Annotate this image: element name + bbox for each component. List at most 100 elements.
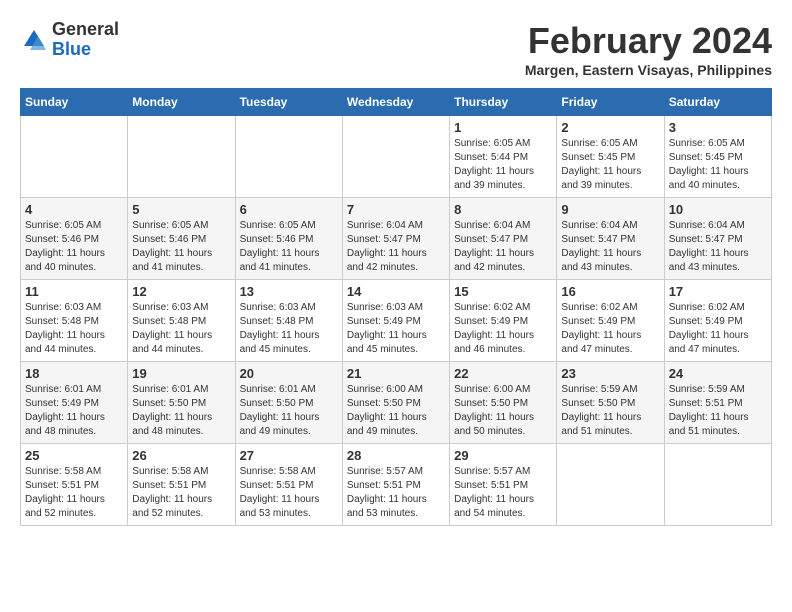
- calendar-cell: 12 Sunrise: 6:03 AM Sunset: 5:48 PM Dayli…: [128, 280, 235, 362]
- day-info: Sunrise: 6:02 AM Sunset: 5:49 PM Dayligh…: [561, 301, 659, 357]
- day-number: 13: [240, 284, 338, 299]
- day-number: 10: [669, 202, 767, 217]
- logo-icon: [20, 26, 48, 54]
- day-info: Sunrise: 5:57 AM Sunset: 5:51 PM Dayligh…: [454, 465, 552, 521]
- day-number: 22: [454, 366, 552, 381]
- day-number: 12: [132, 284, 230, 299]
- day-info: Sunrise: 5:58 AM Sunset: 5:51 PM Dayligh…: [240, 465, 338, 521]
- calendar-cell: 25 Sunrise: 5:58 AM Sunset: 5:51 PM Dayli…: [21, 444, 128, 526]
- day-number: 18: [25, 366, 123, 381]
- calendar-cell: [664, 444, 771, 526]
- header-day-friday: Friday: [557, 89, 664, 116]
- calendar-cell: 7Sunrise: 6:04 AM Sunset: 5:47 PM Daylig…: [342, 198, 449, 280]
- calendar-cell: [21, 116, 128, 198]
- calendar-cell: 1Sunrise: 6:05 AM Sunset: 5:44 PM Daylig…: [450, 116, 557, 198]
- header-row: SundayMondayTuesdayWednesdayThursdayFrid…: [21, 89, 772, 116]
- calendar-cell: 17 Sunrise: 6:02 AM Sunset: 5:49 PM Dayli…: [664, 280, 771, 362]
- day-number: 7: [347, 202, 445, 217]
- calendar-cell: 22 Sunrise: 6:00 AM Sunset: 5:50 PM Dayli…: [450, 362, 557, 444]
- day-info: Sunrise: 6:00 AM Sunset: 5:50 PM Dayligh…: [347, 383, 445, 439]
- day-info: Sunrise: 6:03 AM Sunset: 5:49 PM Dayligh…: [347, 301, 445, 357]
- day-number: 21: [347, 366, 445, 381]
- day-number: 3: [669, 120, 767, 135]
- day-number: 5: [132, 202, 230, 217]
- day-info: Sunrise: 6:00 AM Sunset: 5:50 PM Dayligh…: [454, 383, 552, 439]
- logo: General Blue: [20, 20, 119, 60]
- day-number: 26: [132, 448, 230, 463]
- calendar-cell: 6 Sunrise: 6:05 AM Sunset: 5:46 PM Daylig…: [235, 198, 342, 280]
- day-number: 27: [240, 448, 338, 463]
- day-number: 24: [669, 366, 767, 381]
- day-number: 1: [454, 120, 552, 135]
- day-info: Sunrise: 6:01 AM Sunset: 5:50 PM Dayligh…: [132, 383, 230, 439]
- day-number: 16: [561, 284, 659, 299]
- day-number: 28: [347, 448, 445, 463]
- calendar-cell: [342, 116, 449, 198]
- header-day-sunday: Sunday: [21, 89, 128, 116]
- day-number: 20: [240, 366, 338, 381]
- calendar-cell: 21 Sunrise: 6:00 AM Sunset: 5:50 PM Dayli…: [342, 362, 449, 444]
- day-info: Sunrise: 5:59 AM Sunset: 5:51 PM Dayligh…: [669, 383, 767, 439]
- day-info: Sunrise: 6:05 AM Sunset: 5:45 PM Dayligh…: [669, 137, 767, 193]
- calendar-cell: 14Sunrise: 6:03 AM Sunset: 5:49 PM Dayli…: [342, 280, 449, 362]
- calendar-cell: [128, 116, 235, 198]
- day-number: 15: [454, 284, 552, 299]
- calendar-cell: 4 Sunrise: 6:05 AM Sunset: 5:46 PM Daylig…: [21, 198, 128, 280]
- header-day-tuesday: Tuesday: [235, 89, 342, 116]
- page-header: General Blue February 2024 Margen, Easte…: [20, 20, 772, 78]
- day-info: Sunrise: 5:58 AM Sunset: 5:51 PM Dayligh…: [25, 465, 123, 521]
- calendar-cell: 19Sunrise: 6:01 AM Sunset: 5:50 PM Dayli…: [128, 362, 235, 444]
- calendar-cell: 20 Sunrise: 6:01 AM Sunset: 5:50 PM Dayli…: [235, 362, 342, 444]
- calendar-cell: 2 Sunrise: 6:05 AM Sunset: 5:45 PM Daylig…: [557, 116, 664, 198]
- calendar-cell: 3 Sunrise: 6:05 AM Sunset: 5:45 PM Daylig…: [664, 116, 771, 198]
- calendar-cell: 5 Sunrise: 6:05 AM Sunset: 5:46 PM Daylig…: [128, 198, 235, 280]
- day-info: Sunrise: 6:03 AM Sunset: 5:48 PM Dayligh…: [240, 301, 338, 357]
- day-info: Sunrise: 5:58 AM Sunset: 5:51 PM Dayligh…: [132, 465, 230, 521]
- day-number: 2: [561, 120, 659, 135]
- day-info: Sunrise: 6:03 AM Sunset: 5:48 PM Dayligh…: [25, 301, 123, 357]
- day-number: 11: [25, 284, 123, 299]
- day-info: Sunrise: 5:57 AM Sunset: 5:51 PM Dayligh…: [347, 465, 445, 521]
- day-number: 25: [25, 448, 123, 463]
- day-info: Sunrise: 6:05 AM Sunset: 5:46 PM Dayligh…: [25, 219, 123, 275]
- day-number: 17: [669, 284, 767, 299]
- day-info: Sunrise: 6:01 AM Sunset: 5:49 PM Dayligh…: [25, 383, 123, 439]
- day-info: Sunrise: 6:04 AM Sunset: 5:47 PM Dayligh…: [454, 219, 552, 275]
- calendar-header: SundayMondayTuesdayWednesdayThursdayFrid…: [21, 89, 772, 116]
- calendar-cell: [557, 444, 664, 526]
- day-info: Sunrise: 6:04 AM Sunset: 5:47 PM Dayligh…: [669, 219, 767, 275]
- calendar-cell: 27 Sunrise: 5:58 AM Sunset: 5:51 PM Dayli…: [235, 444, 342, 526]
- day-info: Sunrise: 6:05 AM Sunset: 5:46 PM Dayligh…: [132, 219, 230, 275]
- day-number: 6: [240, 202, 338, 217]
- day-info: Sunrise: 6:05 AM Sunset: 5:46 PM Dayligh…: [240, 219, 338, 275]
- day-info: Sunrise: 6:05 AM Sunset: 5:45 PM Dayligh…: [561, 137, 659, 193]
- calendar-cell: 11 Sunrise: 6:03 AM Sunset: 5:48 PM Dayli…: [21, 280, 128, 362]
- calendar-cell: 16 Sunrise: 6:02 AM Sunset: 5:49 PM Dayli…: [557, 280, 664, 362]
- calendar-cell: 15 Sunrise: 6:02 AM Sunset: 5:49 PM Dayli…: [450, 280, 557, 362]
- calendar-cell: 8 Sunrise: 6:04 AM Sunset: 5:47 PM Daylig…: [450, 198, 557, 280]
- calendar-cell: 13 Sunrise: 6:03 AM Sunset: 5:48 PM Dayli…: [235, 280, 342, 362]
- day-info: Sunrise: 6:03 AM Sunset: 5:48 PM Dayligh…: [132, 301, 230, 357]
- calendar-cell: 23Sunrise: 5:59 AM Sunset: 5:50 PM Dayli…: [557, 362, 664, 444]
- day-info: Sunrise: 6:02 AM Sunset: 5:49 PM Dayligh…: [454, 301, 552, 357]
- week-row-2: 4 Sunrise: 6:05 AM Sunset: 5:46 PM Daylig…: [21, 198, 772, 280]
- day-number: 29: [454, 448, 552, 463]
- header-day-wednesday: Wednesday: [342, 89, 449, 116]
- week-row-1: 1Sunrise: 6:05 AM Sunset: 5:44 PM Daylig…: [21, 116, 772, 198]
- week-row-5: 25 Sunrise: 5:58 AM Sunset: 5:51 PM Dayli…: [21, 444, 772, 526]
- week-row-4: 18 Sunrise: 6:01 AM Sunset: 5:49 PM Dayli…: [21, 362, 772, 444]
- day-number: 4: [25, 202, 123, 217]
- calendar-cell: 29 Sunrise: 5:57 AM Sunset: 5:51 PM Dayli…: [450, 444, 557, 526]
- day-number: 8: [454, 202, 552, 217]
- header-day-thursday: Thursday: [450, 89, 557, 116]
- logo-text: General Blue: [52, 20, 119, 60]
- header-day-saturday: Saturday: [664, 89, 771, 116]
- day-info: Sunrise: 6:01 AM Sunset: 5:50 PM Dayligh…: [240, 383, 338, 439]
- day-info: Sunrise: 5:59 AM Sunset: 5:50 PM Dayligh…: [561, 383, 659, 439]
- day-info: Sunrise: 6:04 AM Sunset: 5:47 PM Dayligh…: [561, 219, 659, 275]
- day-info: Sunrise: 6:02 AM Sunset: 5:49 PM Dayligh…: [669, 301, 767, 357]
- header-day-monday: Monday: [128, 89, 235, 116]
- calendar-cell: 10 Sunrise: 6:04 AM Sunset: 5:47 PM Dayli…: [664, 198, 771, 280]
- calendar-cell: 26 Sunrise: 5:58 AM Sunset: 5:51 PM Dayli…: [128, 444, 235, 526]
- calendar-cell: 9Sunrise: 6:04 AM Sunset: 5:47 PM Daylig…: [557, 198, 664, 280]
